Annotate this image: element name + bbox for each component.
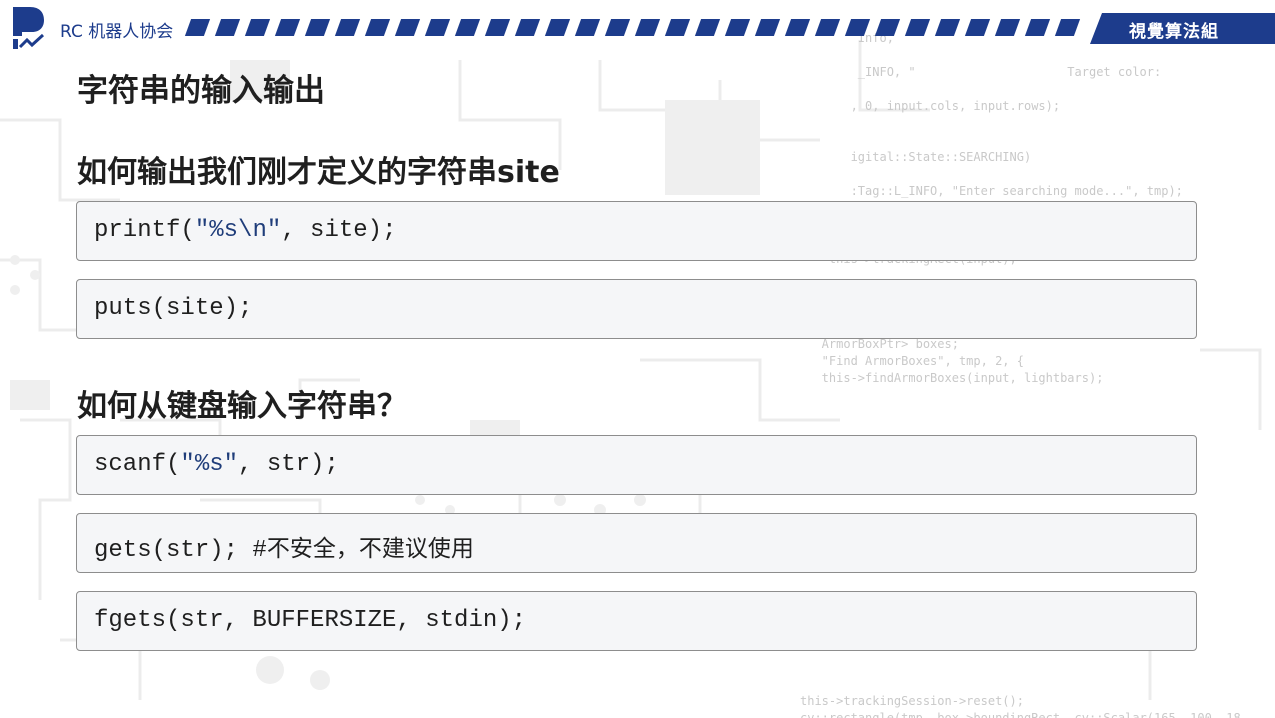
code-string-literal: "%s": [180, 451, 239, 478]
code-line: fgets(str, BUFFERSIZE, stdin);: [94, 607, 527, 634]
section-heading-input: 如何从键盘输入字符串？: [77, 389, 407, 424]
section-heading-output: 如何输出我们刚才定义的字符串site: [77, 155, 560, 190]
code-block-gets: gets(str); #不安全，不建议使用: [76, 513, 1197, 573]
code-line: puts(site);: [94, 295, 253, 322]
code-block-fgets: fgets(str, BUFFERSIZE, stdin);: [76, 591, 1197, 651]
code-block-puts: puts(site);: [76, 279, 1197, 339]
slide-title: 字符串的输入输出: [77, 73, 325, 109]
code-line: gets(str); #不安全，不建议使用: [94, 536, 474, 564]
slide-content: 字符串的输入输出 如何输出我们刚才定义的字符串site printf("%s\n…: [0, 0, 1275, 718]
code-line: printf("%s\n", site);: [94, 217, 397, 244]
code-block-printf: printf("%s\n", site);: [76, 201, 1197, 261]
code-block-scanf: scanf("%s", str);: [76, 435, 1197, 495]
code-comment: 不安全，不建议使用: [266, 536, 474, 562]
code-string-literal: "%s\n": [194, 217, 282, 244]
code-line: scanf("%s", str);: [94, 451, 339, 478]
